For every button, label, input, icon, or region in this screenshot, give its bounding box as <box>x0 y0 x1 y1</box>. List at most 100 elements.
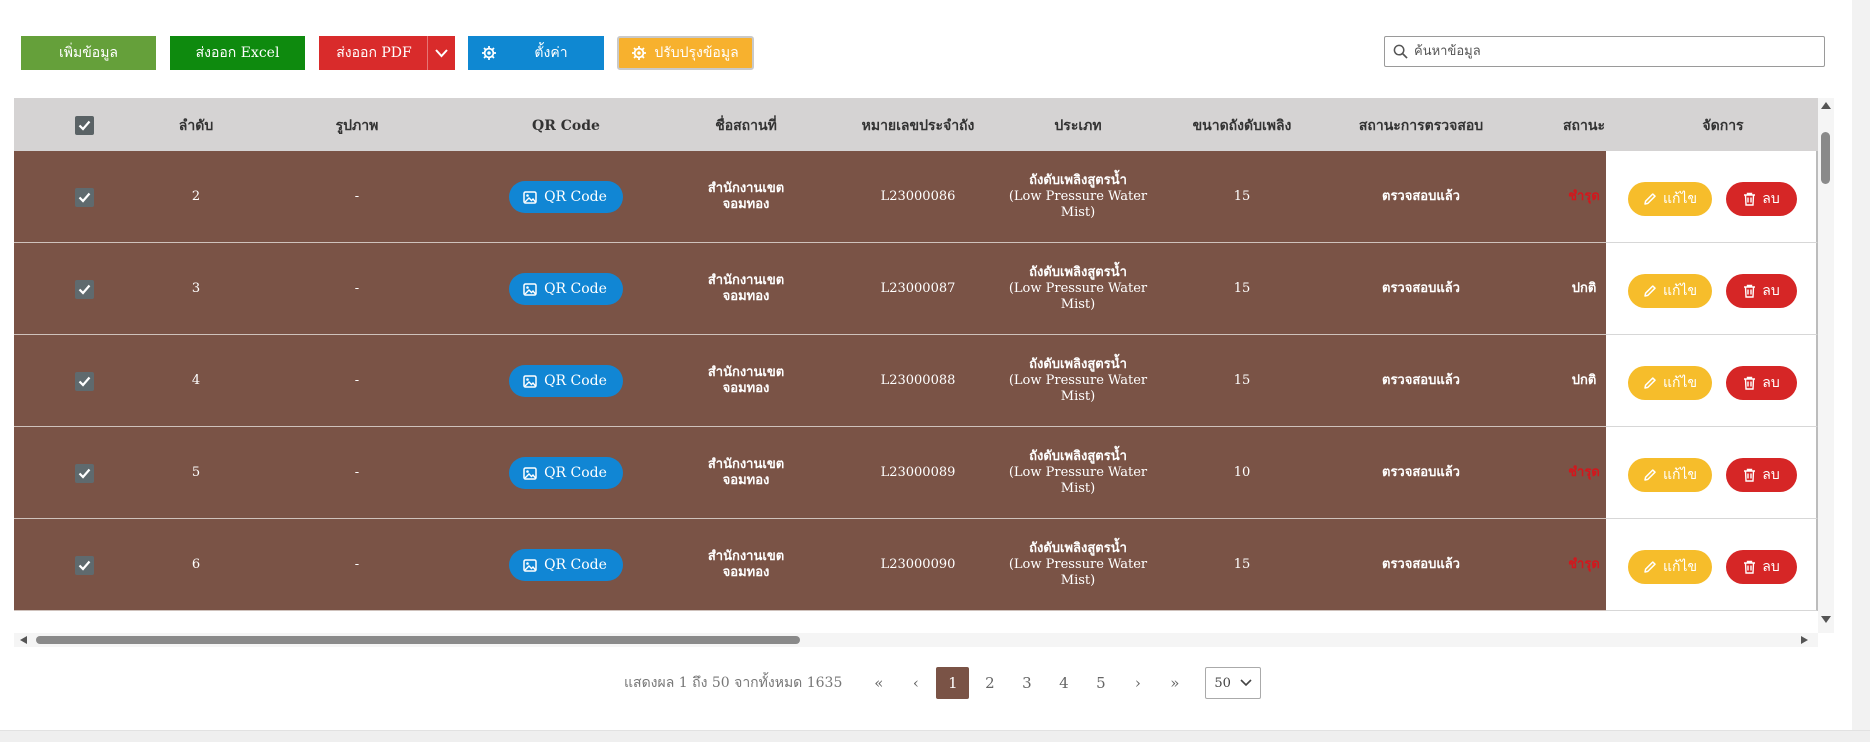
row-tank-number: L23000086 <box>880 189 956 204</box>
scroll-up-arrow[interactable] <box>1821 102 1831 109</box>
scroll-right-arrow[interactable] <box>1801 636 1808 644</box>
scroll-down-arrow[interactable] <box>1821 616 1831 623</box>
row-inspection-status: ตรวจสอบแล้ว <box>1382 465 1460 480</box>
pencil-icon <box>1644 285 1656 297</box>
trash-icon <box>1744 560 1756 574</box>
row-size: 15 <box>1233 189 1251 204</box>
header-type[interactable]: ประเภท <box>1008 98 1148 153</box>
qr-code-button[interactable]: QR Code <box>509 273 623 305</box>
row-type: ถังดับเพลิงสูตรน้ำ (Low Pressure Water Mis… <box>1008 427 1148 519</box>
edit-button[interactable]: แก้ไข <box>1628 274 1712 308</box>
page-size-value: 50 <box>1214 675 1231 691</box>
vertical-scrollbar[interactable] <box>1818 98 1834 633</box>
gear-icon <box>482 46 496 60</box>
row-checkbox[interactable] <box>74 187 94 207</box>
header-tank-number[interactable]: หมายเลขประจำถัง <box>834 98 1002 153</box>
row-size: 15 <box>1233 281 1251 296</box>
gear-icon <box>632 46 647 60</box>
delete-label: ลบ <box>1762 467 1780 483</box>
edit-button[interactable]: แก้ไข <box>1628 458 1712 492</box>
header-image[interactable]: รูปภาพ <box>284 98 430 153</box>
prev-page-button[interactable]: ‹ <box>897 667 934 699</box>
delete-button[interactable]: ลบ <box>1726 274 1797 308</box>
row-image: - <box>354 465 360 480</box>
scroll-left-arrow[interactable] <box>20 636 27 644</box>
row-checkbox[interactable] <box>74 279 94 299</box>
row-checkbox[interactable] <box>74 555 94 575</box>
table-header: ลำดับ รูปภาพ QR Code ชื่อสถานที่ หมายเลข… <box>14 98 1818 153</box>
next-page-button[interactable]: › <box>1119 667 1156 699</box>
row-type: ถังดับเพลิงสูตรน้ำ (Low Pressure Water Mis… <box>1008 519 1148 611</box>
row-type-line2: (Low Pressure Water <box>1008 189 1148 204</box>
delete-button[interactable]: ลบ <box>1726 550 1797 584</box>
select-all-checkbox[interactable] <box>74 116 94 135</box>
table-row: 3 - QR Code สำนักงานเขต จอมทอง L23000087 ถังดั… <box>14 243 1818 335</box>
row-type-line2: (Low Pressure Water <box>1008 281 1148 296</box>
first-page-button[interactable]: « <box>860 667 897 699</box>
row-type-line3: Mist) <box>1060 573 1096 588</box>
edit-button[interactable]: แก้ไข <box>1628 366 1712 400</box>
row-checkbox[interactable] <box>74 463 94 483</box>
search-input[interactable] <box>1414 44 1814 59</box>
header-place[interactable]: ชื่อสถานที่ <box>670 98 822 153</box>
settings-button[interactable]: ตั้งค่า <box>468 36 604 70</box>
row-type-line1: ถังดับเพลิงสูตรน้ำ <box>1029 541 1127 556</box>
row-type-line3: Mist) <box>1060 205 1096 220</box>
vertical-scroll-thumb[interactable] <box>1821 132 1830 184</box>
delete-button[interactable]: ลบ <box>1726 458 1797 492</box>
export-pdf-button[interactable]: ส่งออก PDF <box>319 36 455 70</box>
row-place-line1: สำนักงานเขต <box>707 181 785 196</box>
edit-button[interactable]: แก้ไข <box>1628 550 1712 584</box>
row-checkbox[interactable] <box>74 371 94 391</box>
delete-button[interactable]: ลบ <box>1726 182 1797 216</box>
row-place: สำนักงานเขต จอมทอง <box>670 427 822 519</box>
last-page-button[interactable]: » <box>1156 667 1193 699</box>
horizontal-scrollbar[interactable] <box>14 633 1818 647</box>
search-icon <box>1393 44 1408 59</box>
export-excel-button[interactable]: ส่งออก Excel <box>170 36 305 70</box>
row-inspection-status: ตรวจสอบแล้ว <box>1382 281 1460 296</box>
row-inspection-status: ตรวจสอบแล้ว <box>1382 189 1460 204</box>
row-type-line1: ถังดับเพลิงสูตรน้ำ <box>1029 449 1127 464</box>
header-extinguisher-size[interactable]: ขนาดถังดับเพลิง <box>1164 98 1320 153</box>
qr-code-button[interactable]: QR Code <box>509 181 623 213</box>
edit-label: แก้ไข <box>1662 283 1698 299</box>
qr-code-button[interactable]: QR Code <box>509 365 623 397</box>
page-button-1[interactable]: 1 <box>936 667 970 699</box>
trash-icon <box>1744 376 1756 390</box>
image-icon <box>523 558 537 572</box>
export-pdf-dropdown-toggle[interactable] <box>427 36 455 70</box>
add-data-button[interactable]: เพิ่มข้อมูล <box>21 36 156 70</box>
row-inspection-status: ตรวจสอบแล้ว <box>1382 557 1460 572</box>
row-place-line1: สำนักงานเขต <box>707 273 785 288</box>
edit-button[interactable]: แก้ไข <box>1628 182 1712 216</box>
header-inspection-status[interactable]: สถานะการตรวจสอบ <box>1334 98 1508 153</box>
chevron-down-icon <box>1240 679 1252 687</box>
header-status[interactable]: สถานะ <box>1534 98 1634 153</box>
header-qr-code[interactable]: QR Code <box>500 98 632 153</box>
row-select-cell <box>58 151 110 243</box>
horizontal-scroll-thumb[interactable] <box>36 636 800 644</box>
delete-label: ลบ <box>1762 283 1780 299</box>
update-data-button[interactable]: ปรับปรุงข้อมูล <box>617 36 754 70</box>
select-all-cell <box>58 98 110 153</box>
row-type-line2: (Low Pressure Water <box>1008 465 1148 480</box>
pagination-info: แสดงผล 1 ถึง 50 จากทั้งหมด 1635 <box>624 675 843 691</box>
page-button-5[interactable]: 5 <box>1082 667 1119 699</box>
row-type: ถังดับเพลิงสูตรน้ำ (Low Pressure Water Mis… <box>1008 151 1148 243</box>
page-button-3[interactable]: 3 <box>1008 667 1045 699</box>
header-no[interactable]: ลำดับ <box>134 98 258 153</box>
delete-button[interactable]: ลบ <box>1726 366 1797 400</box>
row-status: ชำรุด <box>1568 189 1600 204</box>
qr-code-button[interactable]: QR Code <box>509 549 623 581</box>
page-size-select[interactable]: 50 <box>1205 667 1262 699</box>
bottom-strip <box>0 730 1870 742</box>
page-button-2[interactable]: 2 <box>971 667 1008 699</box>
row-no: 3 <box>191 281 201 296</box>
table-row: 2 - QR Code สำนักงานเขต จอมทอง L23000086 ถังดั… <box>14 151 1818 243</box>
row-place: สำนักงานเขต จอมทอง <box>670 519 822 611</box>
page-button-4[interactable]: 4 <box>1045 667 1082 699</box>
trash-icon <box>1744 468 1756 482</box>
row-qr-cell: QR Code <box>500 335 632 427</box>
qr-code-button[interactable]: QR Code <box>509 457 623 489</box>
